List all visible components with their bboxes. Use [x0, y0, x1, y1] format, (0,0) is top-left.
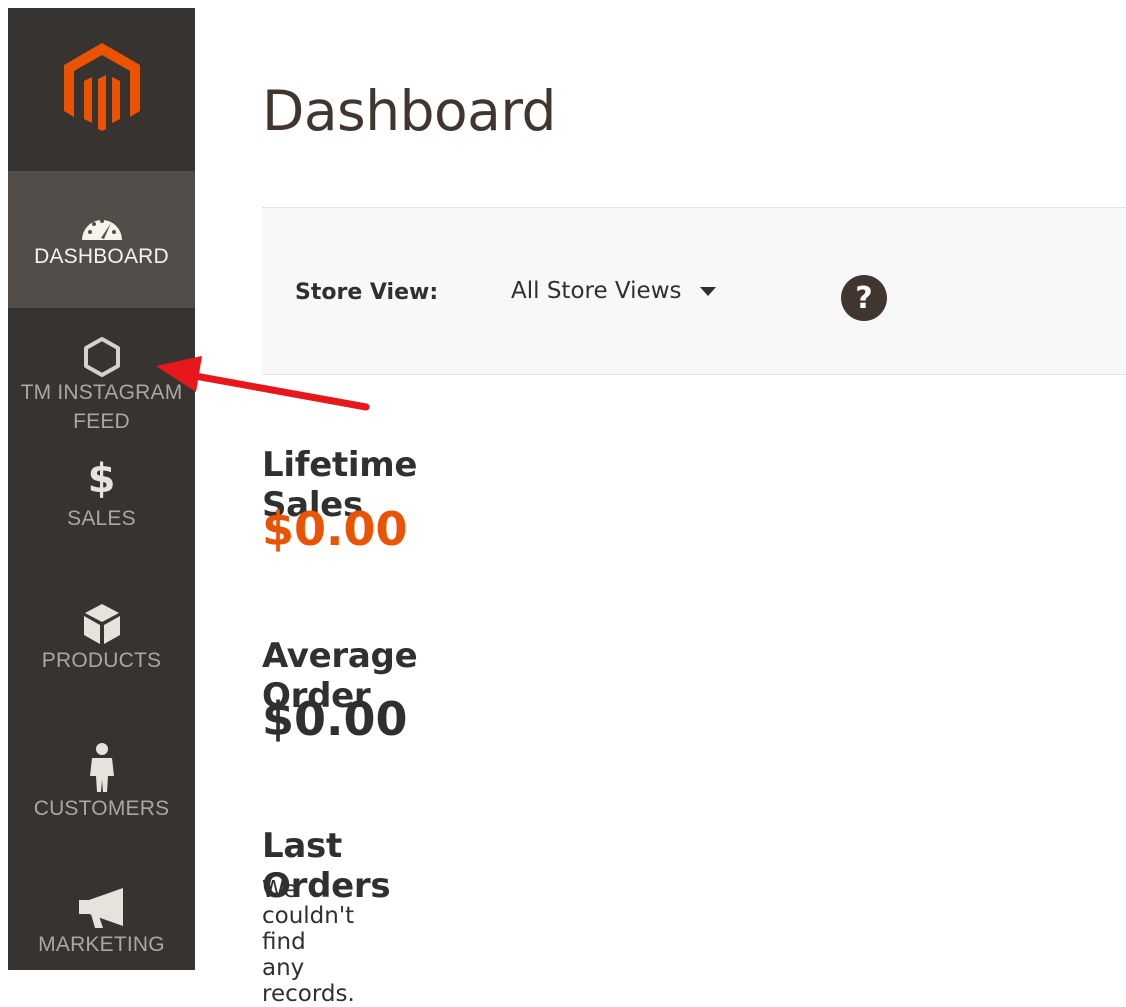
megaphone-icon: [77, 886, 127, 930]
sidebar-item-label: SALES: [67, 507, 136, 530]
sidebar-item-marketing[interactable]: MARKETING: [8, 860, 195, 970]
sidebar-item-label: MARKETING: [38, 933, 165, 956]
sidebar-item-label: DASHBOARD: [34, 245, 169, 268]
person-icon: [87, 742, 117, 794]
sidebar-item-dashboard[interactable]: DASHBOARD: [8, 171, 195, 308]
sidebar-item-label-line2: FEED: [73, 410, 130, 433]
store-view-select[interactable]: All Store Views: [511, 278, 716, 304]
store-view-bar: Store View: All Store Views ?: [262, 207, 1126, 375]
box-icon: [82, 602, 122, 646]
sidebar-item-tm-instagram-feed[interactable]: TM INSTAGRAM FEED: [8, 308, 195, 448]
speedometer-icon: [80, 210, 124, 242]
sidebar-item-sales[interactable]: $ SALES: [8, 448, 195, 584]
admin-sidebar: DASHBOARD TM INSTAGRAM FEED $ SALES PROD…: [8, 8, 195, 970]
logo[interactable]: [8, 8, 195, 171]
chevron-down-icon: [699, 286, 716, 296]
sidebar-item-customers[interactable]: CUSTOMERS: [8, 722, 195, 860]
sidebar-item-label: CUSTOMERS: [33, 797, 170, 820]
magento-logo-icon: [63, 42, 140, 131]
page-title: Dashboard: [262, 79, 556, 143]
question-icon[interactable]: ?: [841, 275, 887, 321]
last-orders-empty-message: We couldn't find any records.: [262, 877, 355, 1007]
dollar-icon: $: [87, 456, 116, 502]
sidebar-item-label: PRODUCTS: [41, 649, 162, 672]
hexagon-icon: [83, 336, 121, 378]
store-view-selected-value: All Store Views: [511, 278, 682, 304]
sidebar-item-products[interactable]: PRODUCTS: [8, 584, 195, 722]
lifetime-sales-value: $0.00: [262, 502, 408, 556]
sidebar-item-label-line1: TM INSTAGRAM: [20, 381, 183, 404]
store-view-label: Store View:: [295, 280, 439, 305]
average-order-value: $0.00: [262, 692, 408, 746]
